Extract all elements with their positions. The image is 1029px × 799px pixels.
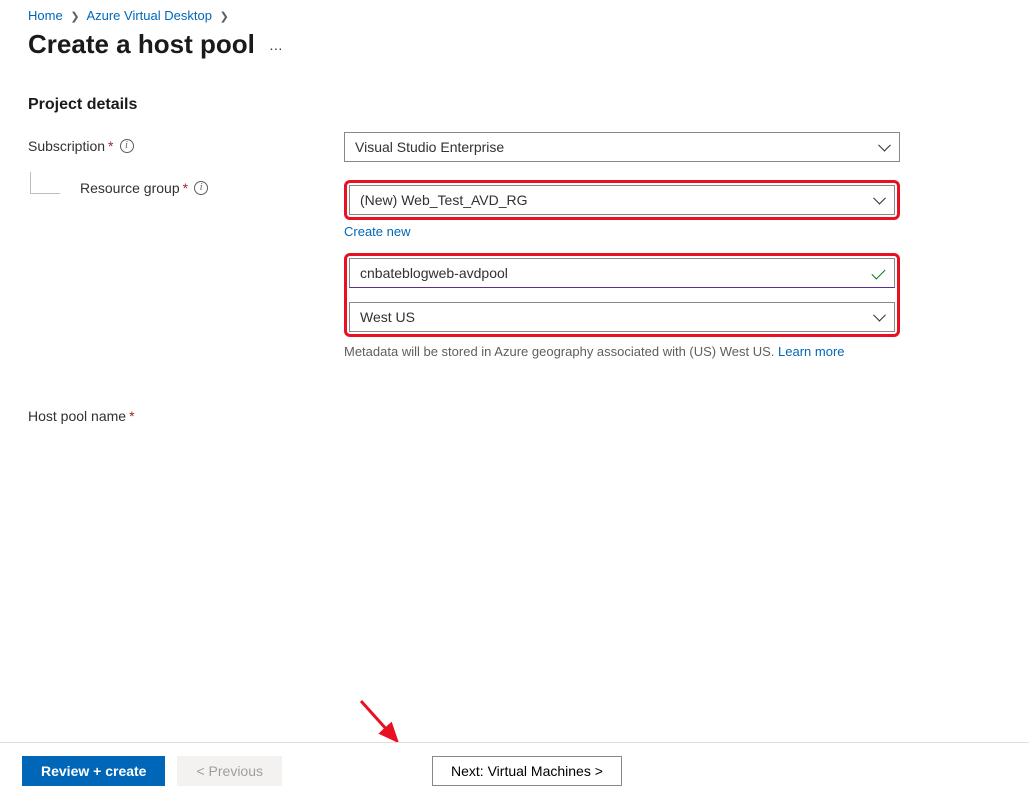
required-star: *	[108, 138, 113, 154]
section-project-details: Project details	[28, 96, 1001, 114]
chevron-right-icon: ❯	[66, 11, 83, 23]
resource-group-dropdown[interactable]: (New) Web_Test_AVD_RG	[349, 185, 895, 215]
info-icon[interactable]: i	[194, 181, 208, 195]
highlight-name-location: cnbateblogweb-avdpool West US	[344, 253, 900, 337]
highlight-resource-group: (New) Web_Test_AVD_RG	[344, 180, 900, 220]
page-title: Create a host pool	[28, 29, 255, 60]
more-icon[interactable]: …	[269, 37, 285, 53]
host-pool-name-value: cnbateblogweb-avdpool	[360, 265, 508, 281]
wizard-footer: Review + create < Previous Next: Virtual…	[0, 742, 1029, 799]
breadcrumb-home[interactable]: Home	[28, 8, 63, 23]
location-helper: Metadata will be stored in Azure geograp…	[344, 343, 900, 362]
tree-line-icon	[30, 172, 60, 194]
breadcrumb-avd[interactable]: Azure Virtual Desktop	[86, 8, 212, 23]
chevron-right-icon: ❯	[216, 11, 233, 23]
previous-button[interactable]: < Previous	[177, 756, 282, 786]
label-subscription: Subscription	[28, 138, 105, 154]
host-pool-name-input[interactable]: cnbateblogweb-avdpool	[349, 258, 895, 288]
info-icon[interactable]: i	[120, 139, 134, 153]
resource-group-value: (New) Web_Test_AVD_RG	[360, 192, 528, 208]
location-dropdown[interactable]: West US	[349, 302, 895, 332]
required-star: *	[183, 180, 188, 196]
subscription-value: Visual Studio Enterprise	[355, 139, 504, 155]
review-create-button[interactable]: Review + create	[22, 756, 165, 786]
learn-more-link[interactable]: Learn more	[778, 344, 844, 359]
label-resource-group: Resource group	[80, 180, 180, 196]
required-star: *	[129, 408, 134, 424]
label-host-pool-name: Host pool name	[28, 408, 126, 424]
location-value: West US	[360, 309, 415, 325]
breadcrumb: Home ❯ Azure Virtual Desktop ❯	[28, 8, 1001, 23]
subscription-dropdown[interactable]: Visual Studio Enterprise	[344, 132, 900, 162]
next-button[interactable]: Next: Virtual Machines >	[432, 756, 622, 786]
create-new-link[interactable]: Create new	[344, 224, 410, 239]
